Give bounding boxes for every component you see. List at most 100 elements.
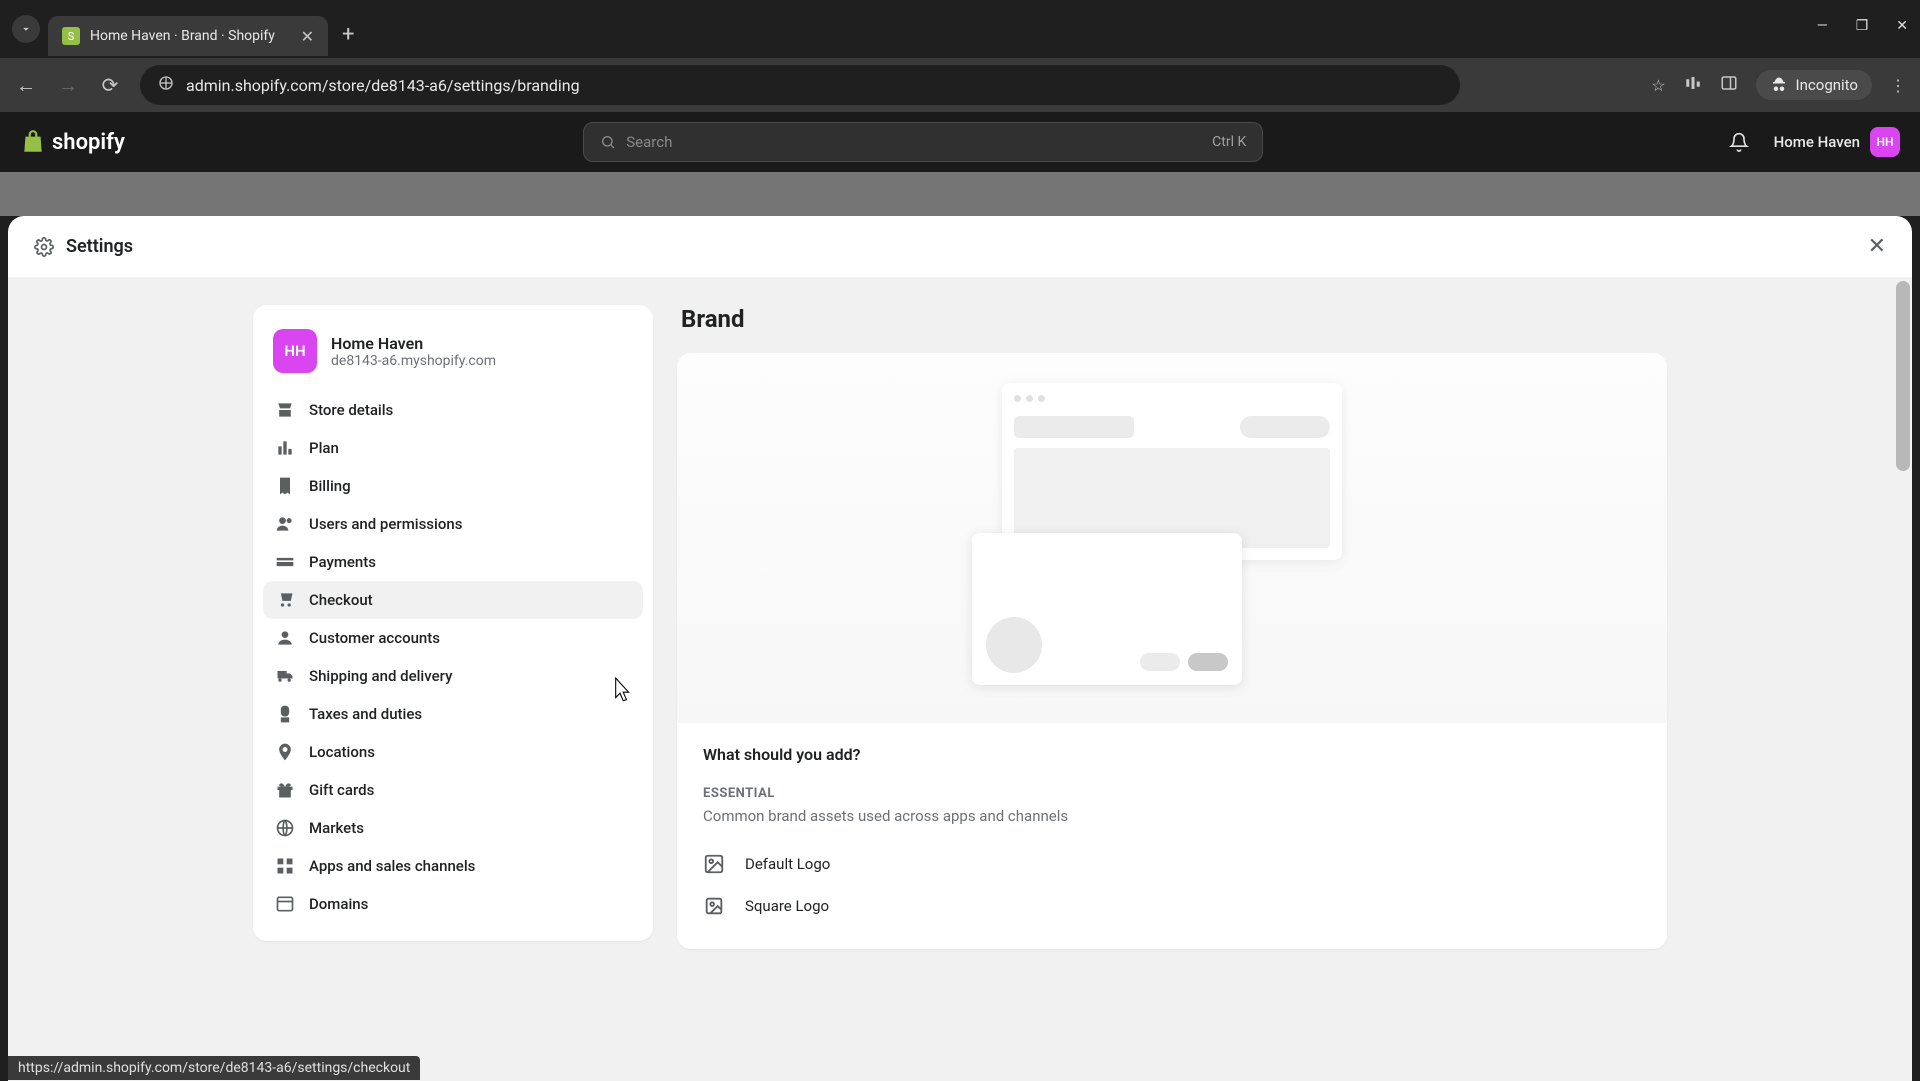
users-icon (275, 514, 295, 534)
essential-label: ESSENTIAL (703, 786, 1641, 801)
browser-toolbar: ← → ⟳ admin.shopify.com/store/de8143-a6/… (0, 58, 1920, 112)
sidebar-item-label: Markets (309, 819, 364, 837)
store-domain: de8143-a6.myshopify.com (331, 353, 496, 369)
payments-icon (275, 552, 295, 572)
sidebar-item-label: Shipping and delivery (309, 667, 452, 685)
sidebar-item-checkout[interactable]: Checkout (263, 581, 643, 619)
back-button[interactable]: ← (14, 73, 38, 98)
search-placeholder: Search (626, 133, 1202, 151)
settings-modal: Settings ✕ HH Home Haven de8143-a6.mysho… (8, 216, 1912, 1080)
gear-icon (34, 237, 54, 257)
tab-search-button[interactable] (12, 15, 40, 43)
settings-title: Settings (66, 236, 133, 257)
person-icon (275, 628, 295, 648)
store-avatar: HH (273, 329, 317, 373)
forward-button[interactable]: → (56, 73, 80, 98)
sidebar-item-markets[interactable]: Markets (263, 809, 643, 847)
shopify-bag-icon (20, 129, 46, 155)
store-info: HH Home Haven de8143-a6.myshopify.com (263, 323, 643, 391)
browser-tab[interactable]: S Home Haven · Brand · Shopify ✕ (48, 16, 328, 56)
sidebar-item-apps[interactable]: Apps and sales channels (263, 847, 643, 885)
site-info-icon[interactable] (158, 75, 174, 95)
location-icon (275, 742, 295, 762)
store-name: Home Haven (331, 334, 496, 353)
asset-default-logo[interactable]: Default Logo (703, 843, 1641, 885)
sidebar-item-label: Users and permissions (309, 515, 462, 533)
address-bar[interactable]: admin.shopify.com/store/de8143-a6/settin… (140, 65, 1460, 105)
truck-icon (275, 666, 295, 686)
store-icon (275, 400, 295, 420)
image-icon (703, 853, 725, 875)
minimize-button[interactable]: — (1817, 18, 1828, 34)
settings-main: Brand What should you add? ESSENTIAL (677, 305, 1667, 1081)
global-search[interactable]: Search Ctrl K (583, 122, 1263, 162)
sidebar-item-label: Billing (309, 477, 351, 495)
sidebar-item-domains[interactable]: Domains (263, 885, 643, 923)
sidebar-item-label: Domains (309, 895, 368, 913)
side-panel-icon[interactable] (1720, 74, 1738, 96)
window-controls: — ❐ ✕ (1817, 18, 1908, 34)
url-text: admin.shopify.com/store/de8143-a6/settin… (186, 76, 580, 95)
sidebar-item-gift-cards[interactable]: Gift cards (263, 771, 643, 809)
sidebar-item-locations[interactable]: Locations (263, 733, 643, 771)
page-title: Brand (677, 305, 1667, 333)
shopify-logo-text: shopify (52, 130, 125, 155)
sidebar-item-label: Store details (309, 401, 393, 419)
sidebar-item-users[interactable]: Users and permissions (263, 505, 643, 543)
gift-icon (275, 780, 295, 800)
extensions-icon[interactable] (1684, 74, 1702, 96)
bell-icon (1729, 132, 1749, 152)
mock-social-illustration (972, 533, 1242, 685)
brand-question: What should you add? (703, 745, 1641, 764)
browser-menu-icon[interactable]: ⋮ (1890, 76, 1906, 95)
tax-icon (275, 704, 295, 724)
sidebar-item-shipping[interactable]: Shipping and delivery (263, 657, 643, 695)
sidebar-item-label: Locations (309, 743, 375, 761)
asset-label: Default Logo (745, 855, 830, 873)
sidebar-item-label: Payments (309, 553, 376, 571)
sidebar-item-customer-accounts[interactable]: Customer accounts (263, 619, 643, 657)
sidebar-item-plan[interactable]: Plan (263, 429, 643, 467)
header-store-name: Home Haven (1774, 133, 1860, 151)
asset-square-logo[interactable]: Square Logo (703, 885, 1641, 927)
search-shortcut: Ctrl K (1212, 134, 1246, 150)
reload-button[interactable]: ⟳ (98, 73, 122, 97)
close-window-button[interactable]: ✕ (1896, 18, 1908, 34)
incognito-label: Incognito (1796, 76, 1858, 94)
scrollbar-thumb[interactable] (1896, 281, 1910, 471)
browser-tab-strip: S Home Haven · Brand · Shopify ✕ + — ❐ ✕ (0, 0, 1920, 58)
chart-icon (275, 438, 295, 458)
sidebar-item-billing[interactable]: Billing (263, 467, 643, 505)
tab-close-icon[interactable]: ✕ (301, 27, 314, 46)
store-menu-button[interactable]: Home Haven HH (1774, 127, 1900, 157)
receipt-icon (275, 476, 295, 496)
sidebar-item-label: Taxes and duties (309, 705, 422, 723)
sidebar-item-label: Checkout (309, 591, 373, 609)
scrollbar-track[interactable] (1894, 277, 1912, 1081)
sidebar-item-label: Gift cards (309, 781, 374, 799)
shopify-logo[interactable]: shopify (20, 129, 125, 155)
essential-description: Common brand assets used across apps and… (703, 807, 1641, 825)
new-tab-button[interactable]: + (342, 22, 354, 47)
sidebar-item-label: Apps and sales channels (309, 857, 475, 875)
incognito-badge[interactable]: Incognito (1756, 70, 1872, 100)
sidebar-item-store-details[interactable]: Store details (263, 391, 643, 429)
apps-icon (275, 856, 295, 876)
settings-header: Settings ✕ (8, 216, 1912, 277)
settings-body: HH Home Haven de8143-a6.myshopify.com St… (8, 277, 1912, 1081)
avatar: HH (1870, 127, 1900, 157)
search-icon (600, 134, 616, 150)
notifications-button[interactable] (1722, 125, 1756, 159)
globe-icon (275, 818, 295, 838)
maximize-button[interactable]: ❐ (1856, 18, 1869, 34)
sidebar-item-label: Customer accounts (309, 629, 440, 647)
asset-label: Square Logo (745, 897, 829, 915)
sidebar-item-payments[interactable]: Payments (263, 543, 643, 581)
brand-illustration (677, 353, 1667, 723)
settings-sidebar: HH Home Haven de8143-a6.myshopify.com St… (253, 305, 653, 941)
sidebar-item-taxes[interactable]: Taxes and duties (263, 695, 643, 733)
bookmark-icon[interactable]: ☆ (1651, 76, 1665, 95)
brand-card-body: What should you add? ESSENTIAL Common br… (677, 723, 1667, 949)
domain-icon (275, 894, 295, 914)
close-settings-button[interactable]: ✕ (1868, 234, 1886, 259)
